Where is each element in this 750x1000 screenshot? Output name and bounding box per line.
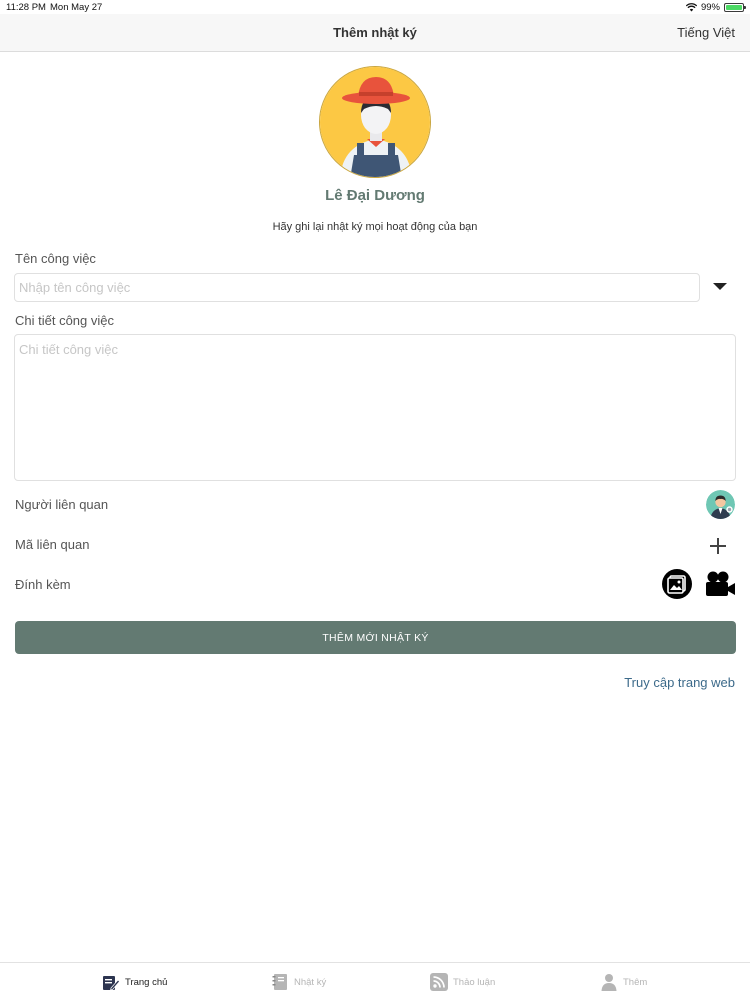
submit-diary-button[interactable]: THÊM MỚI NHẬT KÝ: [15, 621, 736, 654]
task-name-input[interactable]: [14, 273, 700, 302]
person-icon: [601, 974, 617, 991]
user-avatar: [319, 66, 431, 178]
home-edit-icon: [103, 976, 120, 991]
nav-bar: Thêm nhật ký Tiếng Việt: [0, 14, 750, 52]
battery-icon: [724, 3, 746, 12]
visit-website-link[interactable]: Truy cập trang web: [624, 675, 735, 690]
tab-more[interactable]: Thêm: [600, 963, 647, 1000]
tab-discussion-label: Thảo luận: [453, 976, 496, 988]
tab-home-label: Trang chủ: [125, 976, 168, 988]
tab-diary-label: Nhật ký: [294, 976, 327, 988]
status-right: 99%: [685, 2, 746, 13]
tab-discussion[interactable]: Thảo luận: [430, 963, 495, 1000]
wifi-icon: [685, 3, 697, 12]
attach-image-icon[interactable]: [662, 569, 692, 599]
language-button[interactable]: Tiếng Việt: [677, 25, 735, 40]
add-code-plus-icon[interactable]: [710, 538, 726, 554]
farmer-avatar-icon: [320, 67, 430, 177]
status-time: 11:28 PM: [6, 2, 46, 13]
tab-home[interactable]: Trang chủ: [102, 963, 167, 1000]
add-related-person-button[interactable]: [706, 490, 735, 519]
tab-bar: Trang chủ Nhật ký Thảo luận Thêm: [0, 962, 750, 1000]
attachment-label: Đính kèm: [15, 577, 71, 592]
user-name: Lê Đại Dương: [325, 187, 425, 204]
rss-icon: [430, 973, 448, 991]
tab-more-label: Thêm: [623, 976, 648, 988]
battery-percent: 99%: [700, 2, 720, 13]
status-date: Mon May 27: [50, 2, 103, 13]
page-subtitle: Hãy ghi lại nhật ký mọi hoạt động của bạ…: [272, 221, 478, 233]
person-avatar-icon: [706, 490, 735, 519]
video-camera-icon[interactable]: [704, 570, 736, 598]
task-detail-textarea[interactable]: [14, 334, 736, 481]
status-bar: 11:28 PM Mon May 27 99%: [0, 0, 750, 14]
task-detail-label: Chi tiết công việc: [15, 313, 114, 328]
related-code-label: Mã liên quan: [15, 537, 90, 552]
notebook-icon: [272, 974, 287, 990]
page-title: Thêm nhật ký: [333, 25, 417, 40]
task-dropdown-caret-icon[interactable]: [713, 283, 727, 290]
gallery-icon: [667, 575, 686, 594]
related-people-label: Người liên quan: [15, 497, 109, 512]
task-name-label: Tên công việc: [15, 251, 96, 266]
tab-diary[interactable]: Nhật ký: [271, 963, 326, 1000]
